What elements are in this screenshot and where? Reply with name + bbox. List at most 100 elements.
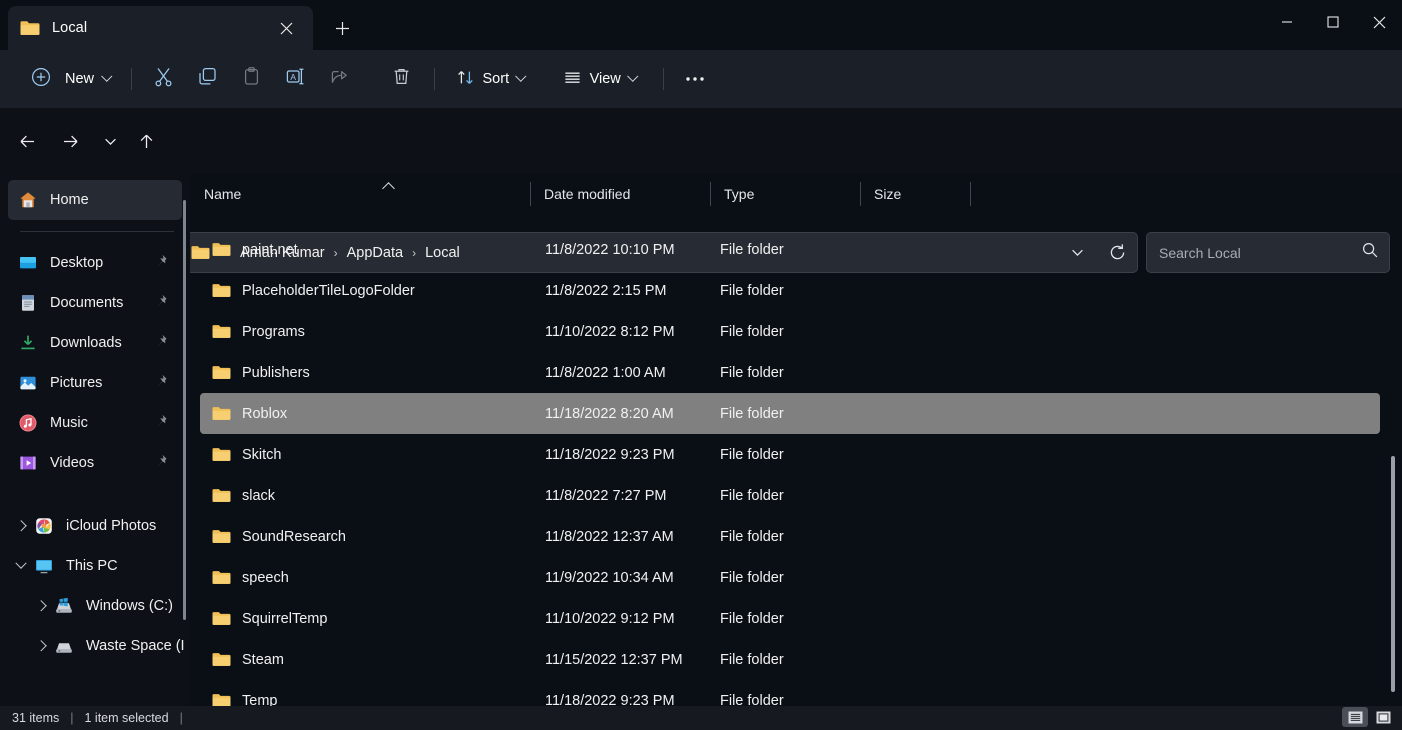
column-header-label: Size (860, 186, 901, 202)
file-name-cell: Temp (212, 693, 277, 707)
minimize-button[interactable] (1264, 0, 1310, 44)
window-controls (1264, 0, 1402, 44)
rename-button[interactable]: A (276, 61, 316, 97)
sidebar-item-documents[interactable]: Documents (8, 283, 182, 323)
sidebar-item-this-pc[interactable]: This PC (8, 546, 182, 586)
pin-icon[interactable] (154, 374, 168, 393)
paste-button[interactable] (232, 61, 272, 97)
chevron-down-icon[interactable] (8, 553, 34, 579)
column-headers: Name Date modified Type Size (190, 174, 1402, 214)
date-modified-cell: 11/8/2022 1:00 AM (545, 365, 666, 381)
type-cell: File folder (720, 652, 784, 668)
table-row[interactable]: SoundResearch 11/8/2022 12:37 AM File fold… (200, 516, 1380, 557)
sort-button[interactable]: Sort (445, 61, 536, 97)
sidebar-item-desktop[interactable]: Desktop (8, 243, 182, 283)
date-modified-cell: 11/10/2022 9:12 PM (545, 611, 675, 627)
sidebar-item-downloads[interactable]: Downloads (8, 323, 182, 363)
circle-plus-icon (26, 62, 56, 97)
sidebar-item-videos[interactable]: Videos (8, 443, 182, 483)
column-header-name[interactable]: Name (190, 174, 530, 214)
chevron-right-icon[interactable] (28, 593, 54, 619)
folder-icon (212, 324, 231, 339)
date-modified-cell: 11/8/2022 12:37 AM (545, 529, 674, 545)
drive-windows-icon (54, 596, 74, 616)
file-name-label: Skitch (242, 447, 282, 463)
view-button[interactable]: View (552, 61, 648, 97)
new-button[interactable]: New (22, 62, 121, 96)
title-bar: Local (0, 0, 1402, 50)
column-divider[interactable] (970, 182, 971, 206)
sidebar-item-home[interactable]: Home (8, 180, 182, 220)
table-row[interactable]: Skitch 11/18/2022 9:23 PM File folder (200, 434, 1380, 475)
chevron-right-icon[interactable] (28, 633, 54, 659)
toolbar-divider-3 (663, 68, 664, 90)
sidebar-item-label: Music (50, 415, 88, 431)
table-row[interactable]: Temp11/18/2022 9:23 PMFile folder (200, 680, 1380, 706)
chevron-right-icon[interactable] (8, 513, 34, 539)
hamburger-icon (563, 68, 582, 91)
maximize-button[interactable] (1310, 0, 1356, 44)
close-button[interactable] (1356, 0, 1402, 44)
details-view-button[interactable] (1342, 707, 1368, 727)
home-icon (18, 190, 38, 210)
pin-icon[interactable] (154, 294, 168, 313)
column-header-size[interactable]: Size (860, 174, 970, 214)
share-button[interactable] (320, 61, 360, 97)
sidebar-item-windows-c[interactable]: Windows (C:) (8, 586, 182, 626)
file-name-label: Temp (242, 693, 277, 707)
new-tab-button[interactable] (325, 12, 359, 44)
partial-row-clipped (190, 214, 1402, 229)
delete-button[interactable] (382, 61, 422, 97)
view-toggle-group (1342, 707, 1396, 727)
sidebar-scrollbar-thumb[interactable] (183, 200, 186, 620)
pin-icon[interactable] (154, 254, 168, 273)
chevron-down-icon (101, 71, 112, 82)
cut-button[interactable] (144, 61, 184, 97)
forward-button[interactable] (53, 124, 87, 158)
table-row[interactable]: Programs11/10/2022 8:12 PMFile folder (200, 311, 1380, 352)
sidebar-item-music[interactable]: Music (8, 403, 182, 443)
column-header-type[interactable]: Type (710, 174, 860, 214)
table-row[interactable]: Publishers11/8/2022 1:00 AMFile folder (200, 352, 1380, 393)
sidebar-item-icloud-photos[interactable]: iCloud Photos (8, 506, 182, 546)
table-row[interactable]: Steam11/15/2022 12:37 PMFile folder (200, 639, 1380, 680)
date-modified-cell: 11/8/2022 2:15 PM (545, 283, 666, 299)
sidebar-item-label: Windows (C:) (86, 598, 173, 614)
folder-icon (212, 693, 231, 706)
sidebar-item-pictures[interactable]: Pictures (8, 363, 182, 403)
tab-local[interactable]: Local (8, 6, 313, 50)
file-name-cell: SoundResearch (212, 529, 346, 545)
more-options-button[interactable] (674, 61, 716, 97)
file-list-scrollbar[interactable] (1388, 176, 1398, 704)
pin-icon[interactable] (154, 454, 168, 473)
table-row[interactable]: slack11/8/2022 7:27 PMFile folder (200, 475, 1380, 516)
table-row[interactable]: paint.net11/8/2022 10:10 PMFile folder (200, 229, 1380, 270)
type-cell: File folder (720, 529, 784, 545)
back-button[interactable] (10, 124, 44, 158)
table-row[interactable]: PlaceholderTileLogoFolder11/8/2022 2:15 … (200, 270, 1380, 311)
column-header-date-modified[interactable]: Date modified (530, 174, 710, 214)
type-cell: File folder (720, 693, 784, 707)
sidebar-item-waste-space[interactable]: Waste Space (I (8, 626, 182, 666)
sidebar-scrollbar[interactable] (181, 176, 188, 704)
recent-locations-button[interactable] (93, 124, 127, 158)
file-list-scrollbar-thumb[interactable] (1391, 456, 1395, 692)
folder-icon (212, 611, 231, 626)
large-icons-view-button[interactable] (1370, 707, 1396, 727)
date-modified-cell: 11/18/2022 9:23 PM (545, 447, 675, 463)
table-row[interactable]: Roblox11/18/2022 8:20 AMFile folder (200, 393, 1380, 434)
date-modified-cell: 11/8/2022 10:10 PM (545, 242, 675, 258)
toolbar-divider (131, 68, 132, 90)
table-row[interactable]: SquirrelTemp11/10/2022 9:12 PMFile folde… (200, 598, 1380, 639)
scissors-icon (153, 66, 174, 92)
pin-icon[interactable] (154, 334, 168, 353)
file-explorer-window: Local (0, 0, 1402, 730)
up-button[interactable] (129, 124, 163, 158)
folder-icon (212, 283, 231, 298)
table-row[interactable]: speech11/9/2022 10:34 AMFile folder (200, 557, 1380, 598)
copy-button[interactable] (188, 61, 228, 97)
pin-icon[interactable] (154, 414, 168, 433)
file-name-label: paint.net (242, 242, 298, 258)
close-icon[interactable] (271, 13, 301, 43)
type-cell: File folder (720, 447, 784, 463)
